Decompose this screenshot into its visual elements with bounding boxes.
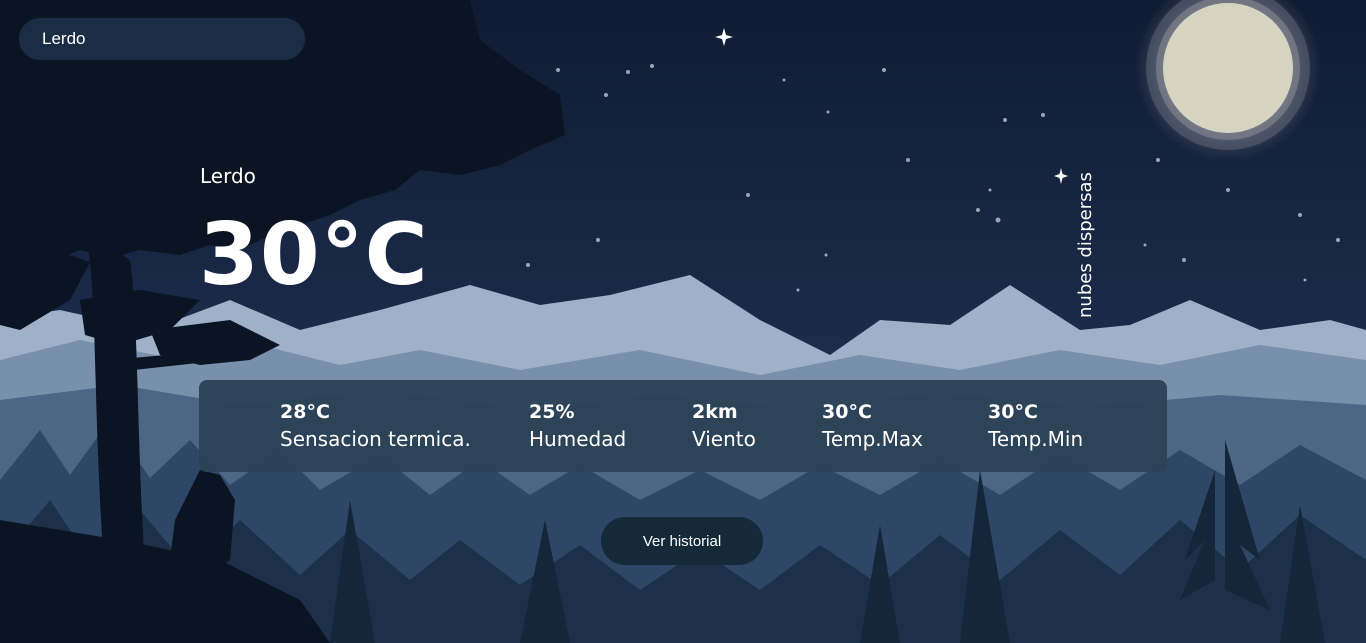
stat-temp-min: 30°C Temp.Min	[988, 400, 1083, 454]
stat-label: Temp.Max	[822, 427, 924, 451]
stat-wind: 2km Viento	[692, 400, 756, 454]
stat-label: Sensacion termica.	[280, 427, 471, 451]
stat-humidity: 25% Humedad	[529, 400, 626, 454]
stat-label: Viento	[692, 427, 756, 451]
stat-value: 30°C	[822, 401, 872, 423]
stat-label: Humedad	[529, 427, 627, 451]
city-name: Lerdo	[200, 164, 256, 188]
stat-value: 30°C	[988, 401, 1038, 423]
stat-label: Temp.Min	[988, 427, 1084, 451]
view-history-button[interactable]: Ver historial	[601, 517, 763, 565]
stat-value: 2km	[692, 401, 738, 423]
stat-value: 25%	[529, 401, 575, 423]
weather-description: nubes dispersas	[1075, 172, 1096, 318]
stat-value: 28°C	[280, 401, 330, 423]
weather-details-panel: 28°C Sensacion termica. 25% Humedad 2km …	[199, 380, 1167, 472]
stat-feels-like: 28°C Sensacion termica.	[280, 400, 471, 454]
current-temperature: 30°C	[199, 205, 429, 305]
city-search-input[interactable]	[18, 17, 306, 61]
stat-temp-max: 30°C Temp.Max	[822, 400, 923, 454]
